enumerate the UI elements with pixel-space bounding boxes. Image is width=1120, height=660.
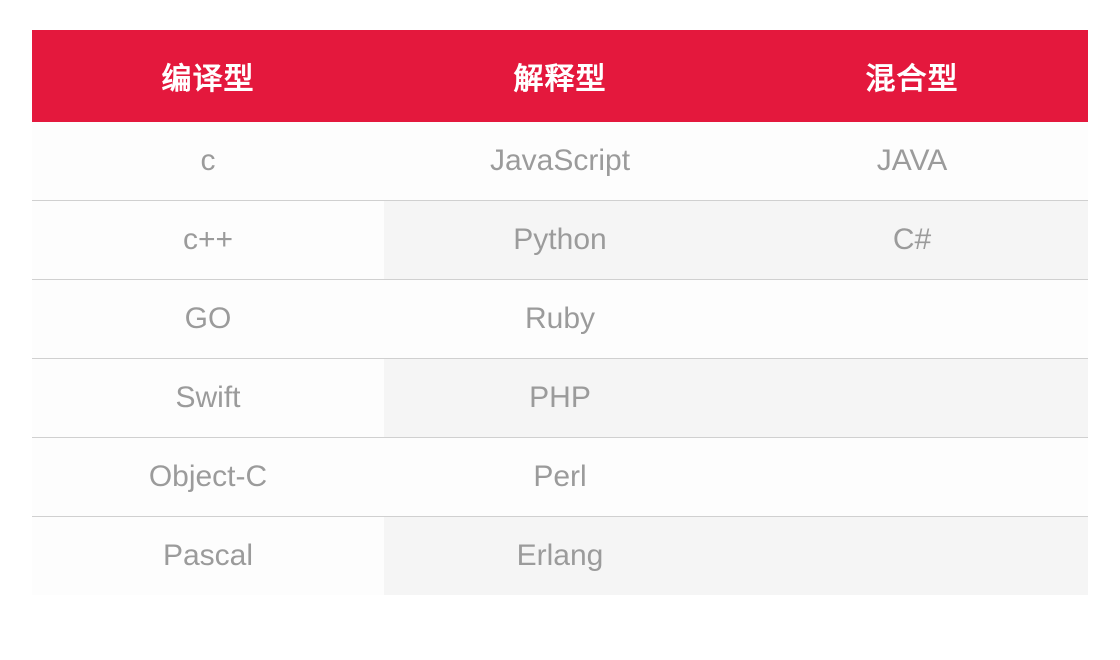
cell-hybrid <box>736 280 1088 359</box>
language-type-table: 编译型 解释型 混合型 c JavaScript JAVA c++ Python… <box>32 30 1088 595</box>
cell-compiled: Pascal <box>32 517 384 596</box>
header-hybrid: 混合型 <box>736 30 1088 122</box>
table-row: Object-C Perl <box>32 438 1088 517</box>
cell-compiled: Swift <box>32 359 384 438</box>
table-row: GO Ruby <box>32 280 1088 359</box>
cell-hybrid: JAVA <box>736 122 1088 201</box>
cell-interpreted: Python <box>384 201 736 280</box>
cell-interpreted: JavaScript <box>384 122 736 201</box>
cell-interpreted: Erlang <box>384 517 736 596</box>
cell-hybrid <box>736 517 1088 596</box>
cell-hybrid <box>736 438 1088 517</box>
cell-hybrid <box>736 359 1088 438</box>
header-compiled: 编译型 <box>32 30 384 122</box>
table-row: c++ Python C# <box>32 201 1088 280</box>
cell-compiled: GO <box>32 280 384 359</box>
cell-hybrid: C# <box>736 201 1088 280</box>
cell-interpreted: Ruby <box>384 280 736 359</box>
table-row: c JavaScript JAVA <box>32 122 1088 201</box>
cell-interpreted: PHP <box>384 359 736 438</box>
table-body: c JavaScript JAVA c++ Python C# GO Ruby … <box>32 122 1088 595</box>
table-header-row: 编译型 解释型 混合型 <box>32 30 1088 122</box>
cell-compiled: c <box>32 122 384 201</box>
cell-interpreted: Perl <box>384 438 736 517</box>
table-row: Swift PHP <box>32 359 1088 438</box>
table-header: 编译型 解释型 混合型 <box>32 30 1088 122</box>
header-interpreted: 解释型 <box>384 30 736 122</box>
table: 编译型 解释型 混合型 c JavaScript JAVA c++ Python… <box>32 30 1088 595</box>
cell-compiled: Object-C <box>32 438 384 517</box>
cell-compiled: c++ <box>32 201 384 280</box>
table-row: Pascal Erlang <box>32 517 1088 596</box>
